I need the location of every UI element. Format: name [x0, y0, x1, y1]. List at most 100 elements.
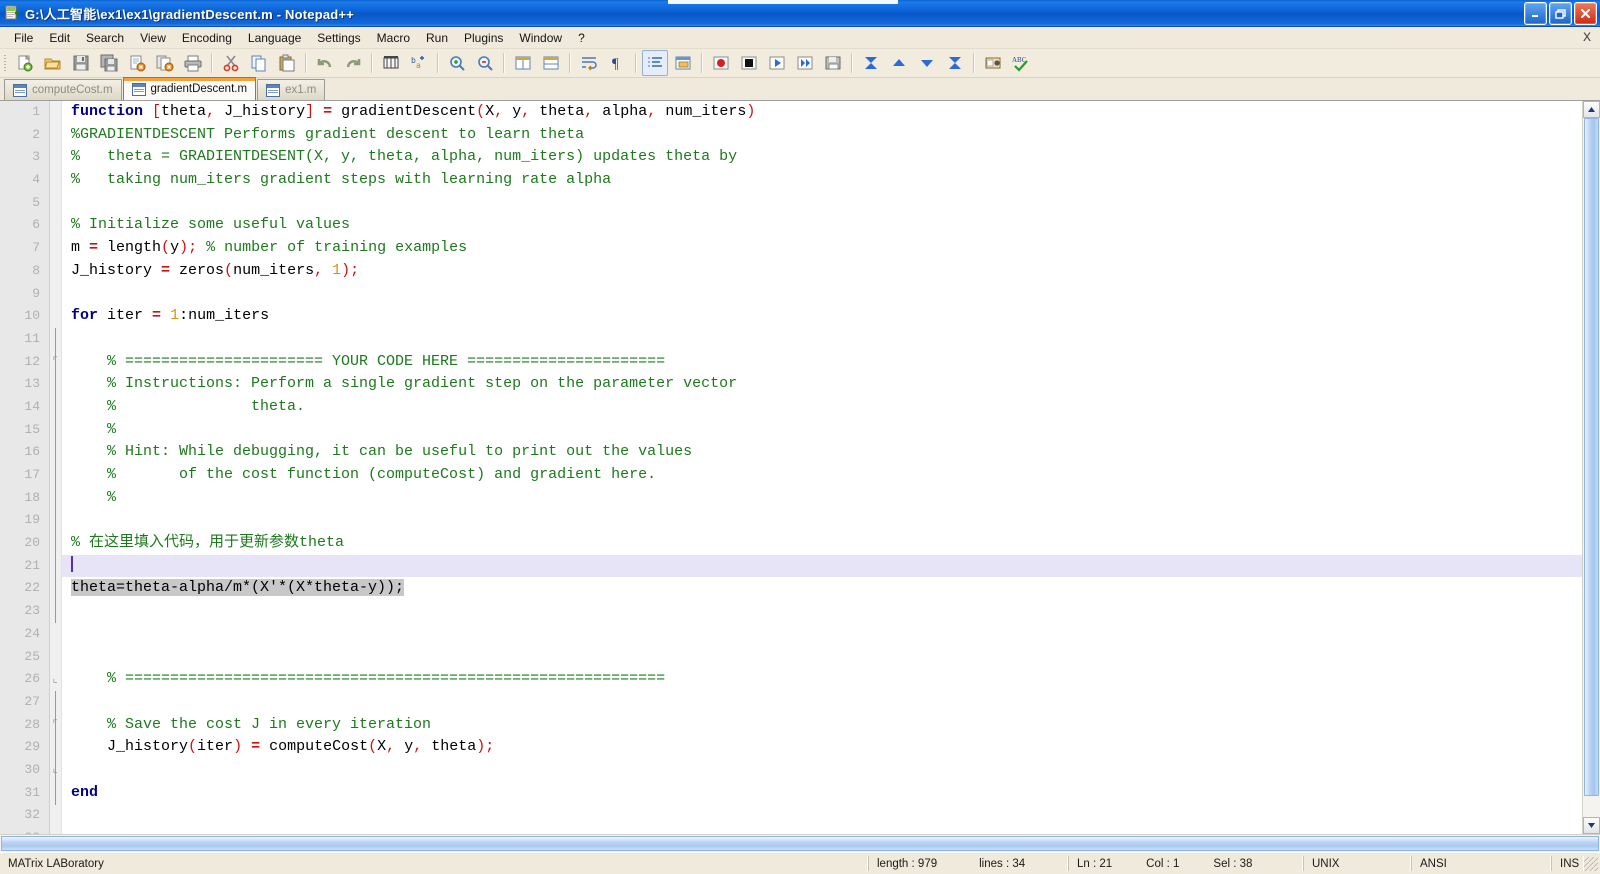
- fold-bracket-icon[interactable]: ⌞: [52, 759, 59, 782]
- collapse-all-icon[interactable]: [858, 50, 884, 76]
- document-map-icon[interactable]: [980, 50, 1006, 76]
- menu-item-run[interactable]: Run: [418, 29, 456, 47]
- code-line[interactable]: [62, 192, 1582, 215]
- scroll-up-button[interactable]: [1583, 101, 1600, 118]
- horizontal-scrollbar[interactable]: [0, 834, 1600, 852]
- open-file-icon[interactable]: [40, 50, 66, 76]
- fold-marker[interactable]: [50, 804, 61, 827]
- code-line[interactable]: % theta.: [62, 396, 1582, 419]
- expand-level-icon[interactable]: [914, 50, 940, 76]
- code-line[interactable]: J_history(iter) = computeCost(X, y, thet…: [62, 736, 1582, 759]
- code-line[interactable]: [62, 623, 1582, 646]
- code-line[interactable]: [62, 646, 1582, 669]
- code-line[interactable]: end: [62, 782, 1582, 805]
- code-line[interactable]: [62, 804, 1582, 827]
- menu-item-language[interactable]: Language: [240, 29, 309, 47]
- code-line[interactable]: [62, 759, 1582, 782]
- resize-grip-icon[interactable]: [1584, 856, 1598, 871]
- code-line[interactable]: [62, 328, 1582, 351]
- menu-item-macro[interactable]: Macro: [369, 29, 418, 47]
- fold-bracket-icon[interactable]: ⌜: [52, 714, 59, 737]
- code-line[interactable]: [62, 283, 1582, 306]
- fold-marker[interactable]: [50, 646, 61, 669]
- code-line[interactable]: % Instructions: Perform a single gradien…: [62, 373, 1582, 396]
- cut-icon[interactable]: [218, 50, 244, 76]
- redo-icon[interactable]: [340, 50, 366, 76]
- fold-marker[interactable]: [50, 124, 61, 147]
- zoom-in-icon[interactable]: [444, 50, 470, 76]
- collapse-level-icon[interactable]: [886, 50, 912, 76]
- save-macro-icon[interactable]: [820, 50, 846, 76]
- replace-icon[interactable]: ba: [406, 50, 432, 76]
- new-file-icon[interactable]: [12, 50, 38, 76]
- code-line[interactable]: function [theta, J_history] = gradientDe…: [62, 101, 1582, 124]
- find-icon[interactable]: [378, 50, 404, 76]
- code-line[interactable]: % Initialize some useful values: [62, 214, 1582, 237]
- fold-marker[interactable]: [50, 169, 61, 192]
- code-line[interactable]: theta=theta-alpha/m*(X'*(X*theta-y));: [62, 577, 1582, 600]
- word-wrap-icon[interactable]: [576, 50, 602, 76]
- code-line[interactable]: % Hint: While debugging, it can be usefu…: [62, 441, 1582, 464]
- code-line[interactable]: % ======================================…: [62, 668, 1582, 691]
- sync-horizontal-icon[interactable]: [538, 50, 564, 76]
- indent-guide-icon[interactable]: [642, 50, 668, 76]
- code-line[interactable]: % of the cost function (computeCost) and…: [62, 464, 1582, 487]
- vertical-scrollbar-thumb[interactable]: [1584, 118, 1599, 796]
- code-text-area[interactable]: function [theta, J_history] = gradientDe…: [62, 101, 1582, 834]
- show-all-chars-icon[interactable]: ¶: [604, 50, 630, 76]
- expand-all-icon[interactable]: [942, 50, 968, 76]
- menu-item-settings[interactable]: Settings: [309, 29, 368, 47]
- close-file-icon[interactable]: [124, 50, 150, 76]
- menu-item-view[interactable]: View: [132, 29, 174, 47]
- fold-marker[interactable]: [50, 305, 61, 328]
- close-all-icon[interactable]: [152, 50, 178, 76]
- code-line[interactable]: [62, 691, 1582, 714]
- save-icon[interactable]: [68, 50, 94, 76]
- close-document-button[interactable]: X: [1583, 30, 1591, 44]
- menu-item-search[interactable]: Search: [78, 29, 132, 47]
- fold-marker[interactable]: [50, 214, 61, 237]
- fold-marker[interactable]: [50, 283, 61, 306]
- tab-computecost[interactable]: computeCost.m: [4, 79, 122, 100]
- minimize-button[interactable]: [1524, 2, 1547, 25]
- print-icon[interactable]: [180, 50, 206, 76]
- menu-item-file[interactable]: File: [6, 29, 41, 47]
- code-line[interactable]: % Save the cost J in every iteration: [62, 714, 1582, 737]
- code-line[interactable]: % taking num_iters gradient steps with l…: [62, 169, 1582, 192]
- menu-item-plugins[interactable]: Plugins: [456, 29, 511, 47]
- fold-marker[interactable]: [50, 623, 61, 646]
- user-defined-dialog-icon[interactable]: [670, 50, 696, 76]
- sync-vertical-icon[interactable]: [510, 50, 536, 76]
- fold-marker[interactable]: [50, 101, 61, 124]
- code-line[interactable]: %: [62, 487, 1582, 510]
- save-all-icon[interactable]: [96, 50, 122, 76]
- code-line[interactable]: [62, 509, 1582, 532]
- code-folding-margin[interactable]: ⌜ ⌞ ⌜ ⌞: [50, 101, 62, 834]
- spell-check-icon[interactable]: ABC: [1008, 50, 1034, 76]
- menu-item-help[interactable]: ?: [570, 29, 593, 47]
- fold-bracket-icon[interactable]: ⌞: [52, 669, 59, 692]
- fold-bracket-icon[interactable]: ⌜: [52, 351, 59, 374]
- menu-item-window[interactable]: Window: [511, 29, 570, 47]
- stop-macro-icon[interactable]: [736, 50, 762, 76]
- fold-marker[interactable]: [50, 827, 61, 834]
- vertical-scrollbar[interactable]: [1582, 101, 1600, 834]
- code-line[interactable]: % theta = GRADIENTDESENT(X, y, theta, al…: [62, 146, 1582, 169]
- toolbar-grip[interactable]: [2, 53, 9, 73]
- play-macro-icon[interactable]: [764, 50, 790, 76]
- code-line[interactable]: %: [62, 419, 1582, 442]
- play-multiple-icon[interactable]: [792, 50, 818, 76]
- code-line[interactable]: m = length(y); % number of training exam…: [62, 237, 1582, 260]
- vertical-scrollbar-track[interactable]: [1583, 796, 1600, 817]
- code-editor[interactable]: 1 2 3 4 5 6 7 8 9 10 11 12 13 14 15 16 17 18 19 20 21 22 23 24 2…: [0, 101, 1582, 834]
- horizontal-scrollbar-thumb[interactable]: [1, 836, 1599, 851]
- zoom-out-icon[interactable]: [472, 50, 498, 76]
- fold-marker[interactable]: [50, 192, 61, 215]
- fold-marker[interactable]: [50, 146, 61, 169]
- fold-marker[interactable]: [50, 237, 61, 260]
- code-line[interactable]: % ====================== YOUR CODE HERE …: [62, 351, 1582, 374]
- record-macro-icon[interactable]: [708, 50, 734, 76]
- code-line[interactable]: [62, 554, 1582, 578]
- copy-icon[interactable]: [246, 50, 272, 76]
- undo-icon[interactable]: [312, 50, 338, 76]
